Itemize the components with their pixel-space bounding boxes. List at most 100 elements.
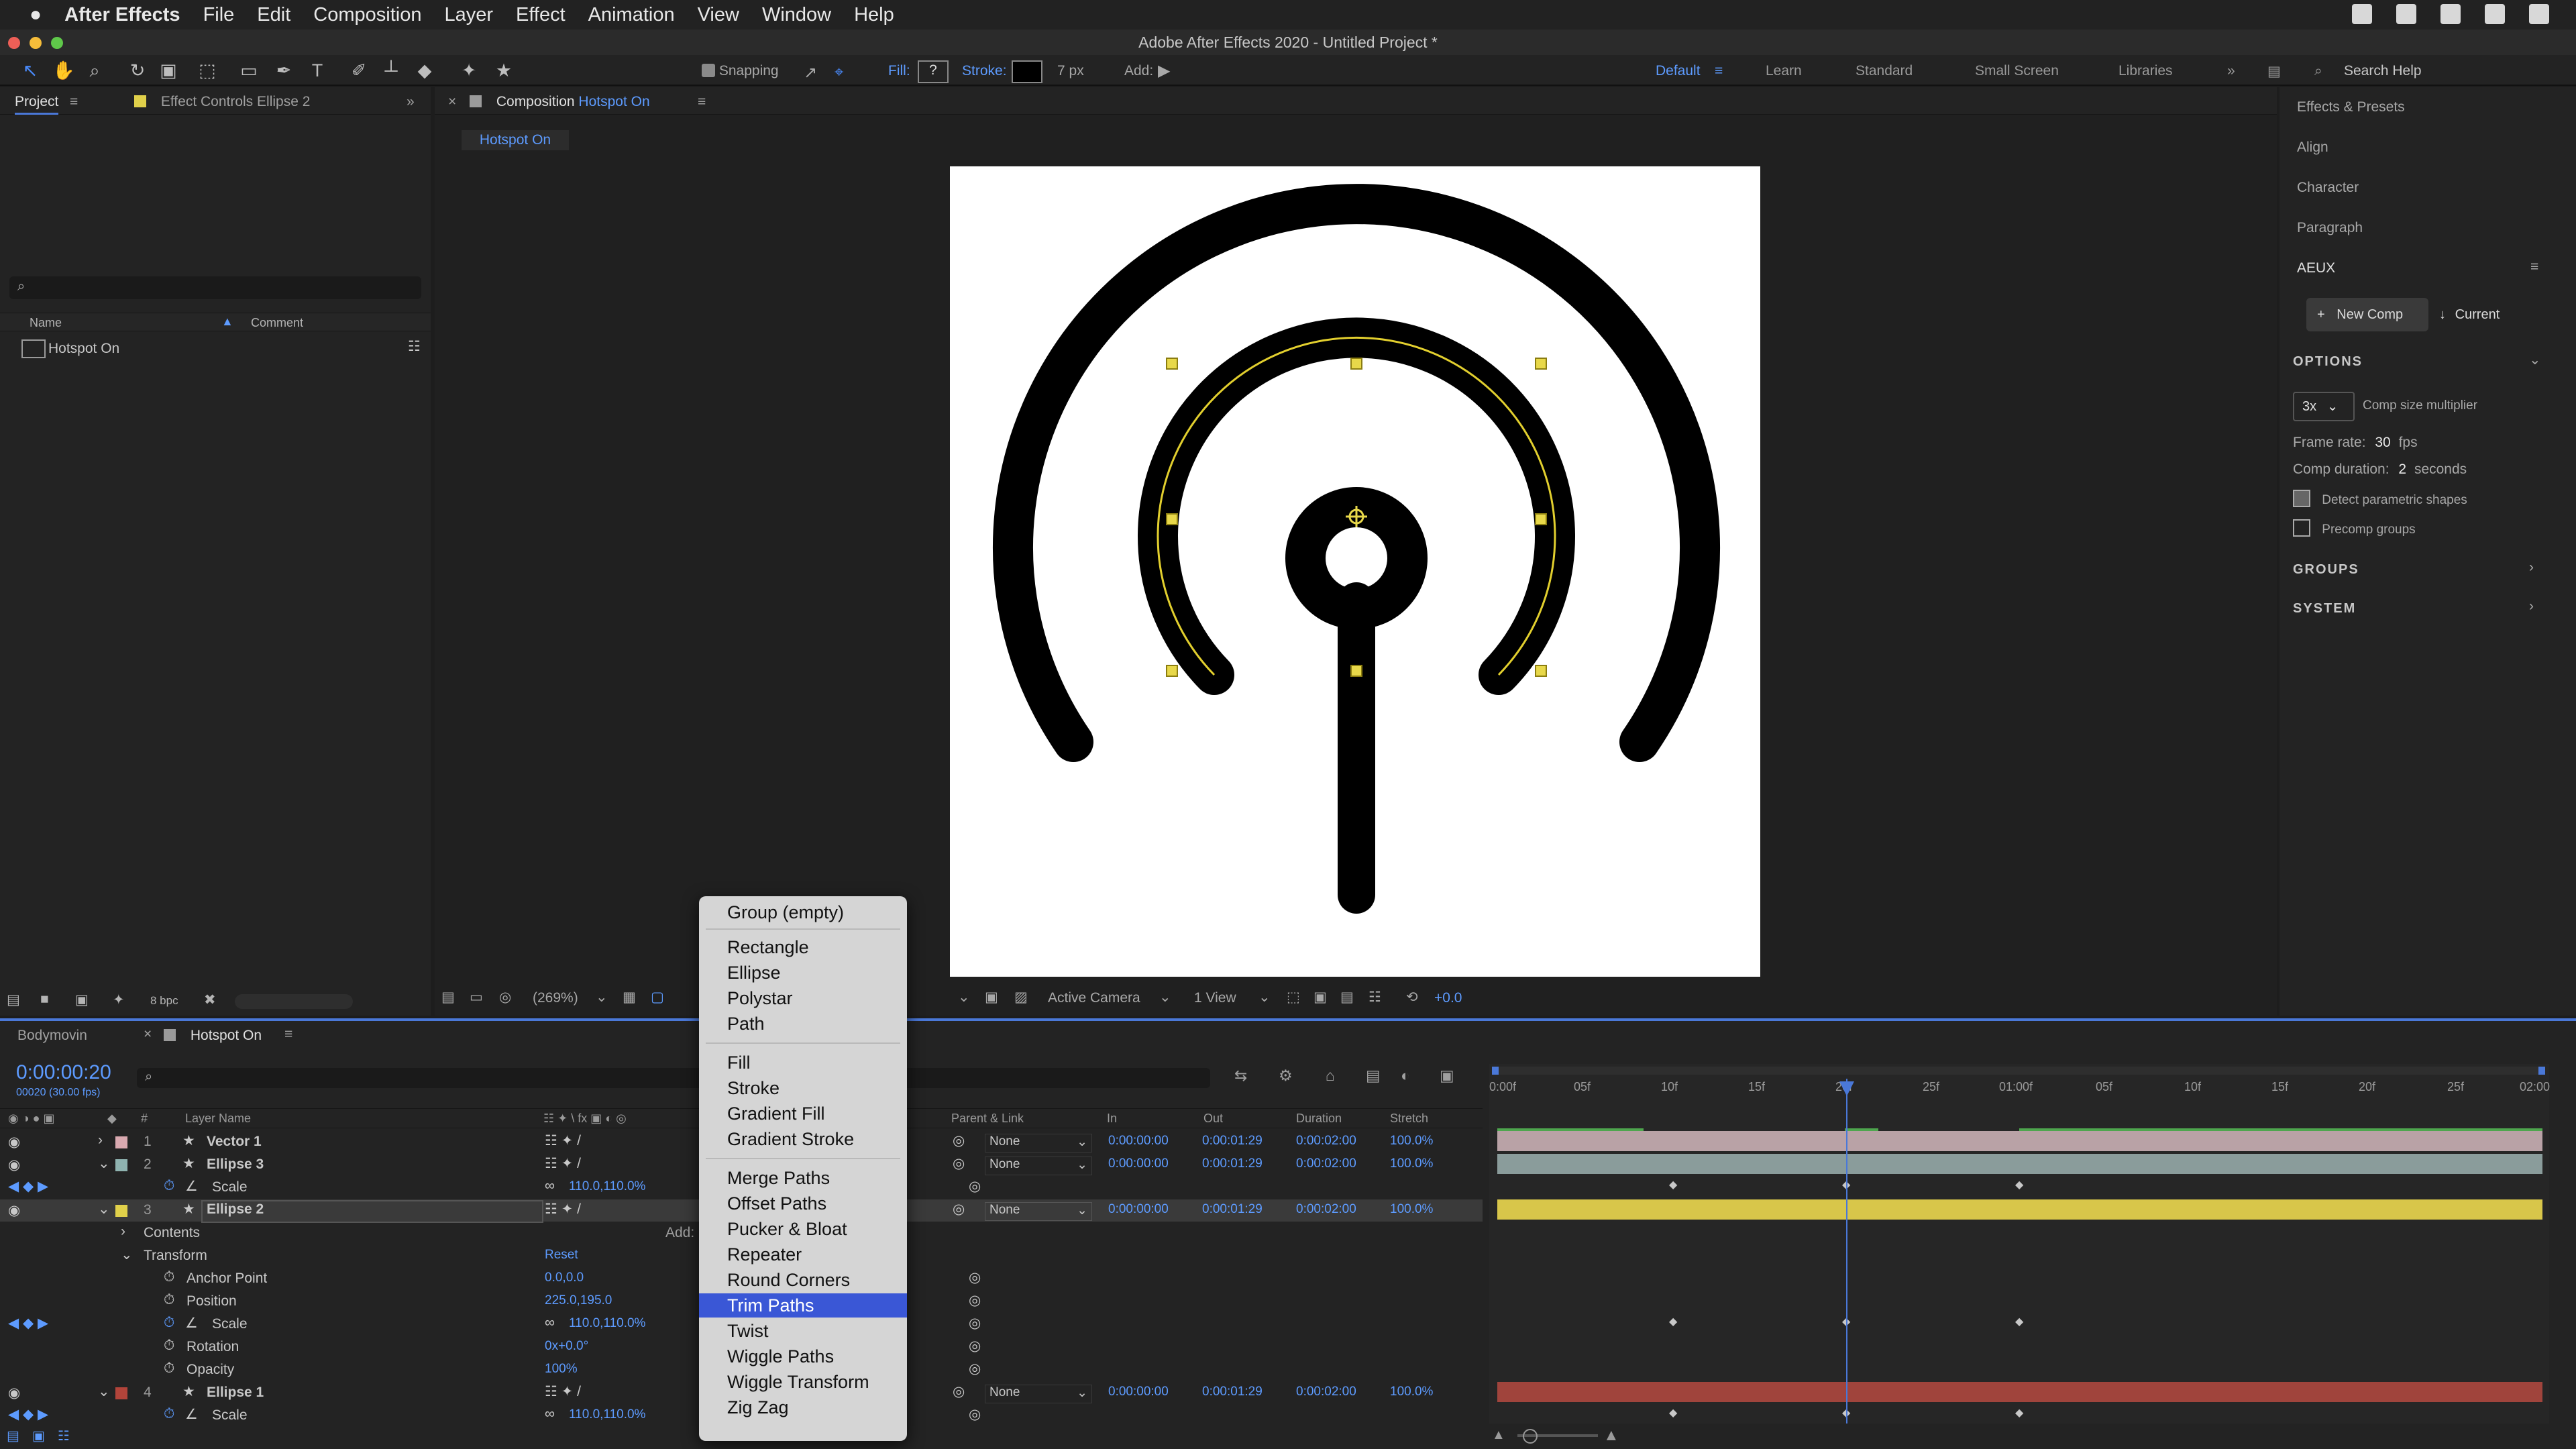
stopwatch-icon[interactable]: ⏱ — [164, 1315, 174, 1331]
frame-rate-value[interactable]: 30 — [2375, 435, 2390, 450]
timecode-display[interactable]: 0:00:00:20 — [16, 1061, 111, 1084]
keyframe-icon[interactable]: ◆ — [2015, 1406, 2023, 1419]
region-of-interest-icon[interactable]: ▢ — [651, 989, 664, 1006]
snapping-checkbox[interactable]: Snapping — [702, 63, 779, 79]
type-tool-icon[interactable]: T — [307, 60, 327, 80]
constrain-link-icon[interactable]: ∞ — [545, 1315, 555, 1331]
pickwhip-icon[interactable]: ◎ — [953, 1155, 965, 1172]
frame-blend-icon[interactable]: ▤ — [1366, 1067, 1381, 1085]
more-workspaces-icon[interactable]: » — [2227, 63, 2235, 79]
camera-tool-icon[interactable]: ▣ — [158, 60, 178, 80]
menu-item-merge-paths[interactable]: Merge Paths — [699, 1166, 907, 1190]
menu-item-rectangle[interactable]: Rectangle — [699, 935, 907, 959]
menu-window[interactable]: Window — [762, 4, 831, 26]
property-value[interactable]: 110.0,110.0% — [569, 1407, 645, 1422]
work-area-bar[interactable] — [1492, 1067, 2545, 1075]
out-point[interactable]: 0:00:01:29 — [1202, 1134, 1263, 1148]
minimize-window-button[interactable] — [30, 37, 42, 49]
bpc-label[interactable]: 8 bpc — [150, 994, 178, 1008]
stretch-value[interactable]: 100.0% — [1390, 1202, 1433, 1217]
tab-effect-controls[interactable]: Effect Controls Ellipse 2 — [134, 94, 310, 110]
layer-bar-vector-1[interactable] — [1497, 1131, 2542, 1151]
menu-item-wiggle-paths[interactable]: Wiggle Paths — [699, 1344, 907, 1368]
workspace-libraries[interactable]: Libraries — [2118, 63, 2173, 79]
property-value[interactable]: 110.0,110.0% — [569, 1316, 645, 1331]
stretch-value[interactable]: 100.0% — [1390, 1134, 1433, 1148]
workspace-learn[interactable]: Learn — [1766, 63, 1802, 79]
views-dropdown[interactable]: 1 View — [1194, 990, 1236, 1006]
new-composition-icon[interactable]: ▣ — [75, 991, 89, 1008]
toggle-panel-icon[interactable]: ▤ — [2267, 63, 2281, 80]
chevron-down-icon[interactable]: ⌄ — [121, 1246, 133, 1263]
keyframe-icon[interactable]: ◆ — [1669, 1406, 1677, 1419]
volume-icon[interactable] — [2440, 4, 2461, 24]
snap-edges-icon[interactable]: ↗ — [804, 63, 817, 83]
toggle-in-out-icon[interactable]: ☷ — [58, 1428, 70, 1444]
layer-bar-ellipse-1[interactable] — [1497, 1382, 2542, 1402]
stroke-swatch[interactable] — [1012, 60, 1042, 83]
out-point[interactable]: 0:00:01:29 — [1202, 1202, 1263, 1217]
shy-icon[interactable]: ⌂ — [1326, 1067, 1335, 1085]
panel-menu-icon[interactable]: ≡ — [698, 94, 706, 110]
zoom-out-icon[interactable]: ▲ — [1492, 1428, 1505, 1443]
detect-parametric-checkbox[interactable]: Detect parametric shapes — [2293, 490, 2467, 508]
menu-view[interactable]: View — [698, 4, 739, 26]
keyframe-icon[interactable]: ◆ — [1669, 1178, 1677, 1191]
pickwhip-icon[interactable]: ◎ — [969, 1315, 981, 1332]
menu-item-trim-paths[interactable]: Trim Paths — [699, 1293, 907, 1318]
pickwhip-icon[interactable]: ◎ — [969, 1406, 981, 1423]
zoom-slider-handle[interactable] — [1523, 1429, 1538, 1444]
layer-switch-icons[interactable]: ☷ ✦ / — [545, 1383, 581, 1400]
chevron-down-icon[interactable]: ⌄ — [2529, 352, 2541, 368]
pickwhip-icon[interactable]: ◎ — [969, 1178, 981, 1195]
tab-bodymovin[interactable]: Bodymovin — [17, 1028, 87, 1044]
menu-item-round-corners[interactable]: Round Corners — [699, 1268, 907, 1292]
graph-icon[interactable]: ∠ — [185, 1315, 198, 1332]
mask-visibility-icon[interactable]: ◎ — [499, 989, 511, 1006]
fill-swatch[interactable]: ? — [918, 60, 949, 83]
dropbox-icon[interactable] — [2396, 4, 2416, 24]
tab-composition[interactable]: Composition Hotspot On — [470, 94, 650, 110]
menu-item-ellipse[interactable]: Ellipse — [699, 961, 907, 985]
panel-align[interactable]: Align — [2297, 140, 2328, 156]
out-point[interactable]: 0:00:01:29 — [1202, 1157, 1263, 1171]
zoom-tool-icon[interactable]: ⌕ — [85, 60, 105, 80]
label-color-swatch[interactable] — [115, 1387, 127, 1399]
menu-item-gradient-fill[interactable]: Gradient Fill — [699, 1102, 907, 1126]
panel-character[interactable]: Character — [2297, 180, 2359, 196]
stretch-value[interactable]: 100.0% — [1390, 1157, 1433, 1171]
trash-icon[interactable]: ✖ — [204, 991, 216, 1008]
panel-menu-icon[interactable]: ≡ — [70, 94, 78, 110]
system-header[interactable]: SYSTEM — [2293, 601, 2356, 616]
chevron-right-icon[interactable]: › — [121, 1224, 125, 1240]
show-snapshot-icon[interactable]: ▤ — [1340, 989, 1354, 1006]
adjust-icon[interactable]: ✦ — [113, 991, 125, 1008]
playhead-line[interactable] — [1846, 1079, 1847, 1424]
graph-icon[interactable]: ∠ — [185, 1178, 198, 1195]
menu-item-pucker-bloat[interactable]: Pucker & Bloat — [699, 1217, 907, 1241]
work-area-start[interactable] — [1492, 1067, 1499, 1075]
monitor-icon[interactable]: ▭ — [470, 989, 483, 1006]
duration-value[interactable]: 0:00:02:00 — [1296, 1202, 1356, 1217]
add-shape-icon[interactable]: ▶ — [1158, 61, 1170, 80]
maximize-window-button[interactable] — [51, 37, 63, 49]
keyframe-nav-icons[interactable]: ◀ ◆ ▶ — [8, 1315, 48, 1332]
col-in[interactable]: In — [1107, 1112, 1117, 1126]
chevron-down-icon[interactable]: ⌄ — [958, 989, 970, 1006]
stopwatch-icon[interactable]: ⏱ — [164, 1406, 174, 1422]
rectangle-tool-icon[interactable]: ▭ — [239, 60, 259, 80]
menu-item-offset-paths[interactable]: Offset Paths — [699, 1191, 907, 1216]
current-button[interactable]: ↓ Current — [2439, 298, 2540, 331]
toggle-3d-icon[interactable]: ⬚ — [1287, 989, 1300, 1006]
layer-bar-ellipse-3[interactable] — [1497, 1154, 2542, 1174]
motion-blur-icon[interactable]: ◐ — [1401, 1067, 1410, 1085]
in-point[interactable]: 0:00:00:00 — [1108, 1385, 1169, 1399]
comp-breadcrumb[interactable]: Hotspot On — [462, 130, 569, 150]
time-ruler[interactable]: 0:00f 05f 10f 15f 20f 25f 01:00f 05f 10f… — [1489, 1079, 2550, 1108]
menu-item-path[interactable]: Path — [699, 1012, 907, 1036]
grid-icon[interactable]: ▦ — [623, 989, 636, 1006]
new-folder-icon[interactable]: ■ — [40, 991, 49, 1008]
snapshot-icon[interactable]: ▣ — [1313, 989, 1327, 1006]
stopwatch-icon[interactable]: ⏱ — [164, 1178, 174, 1194]
col-parent-link[interactable]: Parent & Link — [951, 1112, 1024, 1126]
